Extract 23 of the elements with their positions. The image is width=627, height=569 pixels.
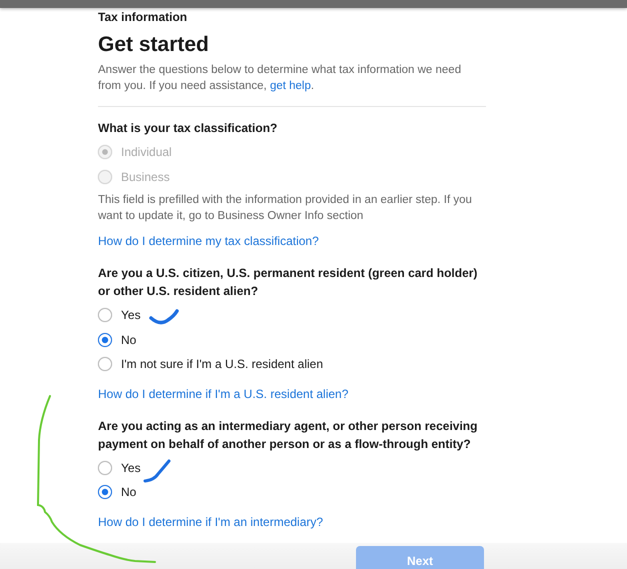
- radio-button[interactable]: [98, 485, 112, 500]
- option-label[interactable]: No: [121, 330, 136, 349]
- option-label[interactable]: Yes: [121, 306, 141, 324]
- option-label[interactable]: No: [121, 483, 136, 502]
- option-label[interactable]: I'm not sure if I'm a U.S. resident alien: [121, 355, 323, 374]
- radio-button[interactable]: [98, 332, 112, 347]
- note-text: This field is prefilled with the information provided in an earlier step. If you want to update it, go to Business Owner Info section: [98, 193, 473, 224]
- intro-text: Answer the questions below to determine what tax information we need from you. If you need assistance, get help.: [98, 63, 462, 94]
- option-label[interactable]: Yes: [121, 458, 141, 477]
- radio-button[interactable]: [98, 357, 112, 372]
- help-link[interactable]: How do I determine if I'm an intermediary?: [98, 512, 324, 530]
- checkmark-annotation: [144, 460, 170, 482]
- checkmark-annotation: [149, 309, 179, 324]
- question-text: Are you a U.S. citizen, U.S. permanent resident (green card holder) or other U.S. resident alien?: [98, 265, 478, 300]
- help-link[interactable]: get help: [270, 80, 311, 92]
- question-text: Are you acting as an intermediary agent, or other person receiving payment on behalf of another person or as a flow-through entity?: [98, 418, 478, 452]
- radio-button[interactable]: [98, 460, 112, 475]
- page-heading: Get started: [98, 32, 210, 58]
- help-link[interactable]: How do I determine if I'm a U.S. resident alien?: [98, 384, 348, 402]
- radio-button[interactable]: [98, 308, 112, 322]
- question-text: What is your tax classification?: [98, 120, 278, 137]
- help-link[interactable]: How do I determine my tax classification?: [98, 232, 319, 250]
- page-title: Tax information: [98, 10, 188, 24]
